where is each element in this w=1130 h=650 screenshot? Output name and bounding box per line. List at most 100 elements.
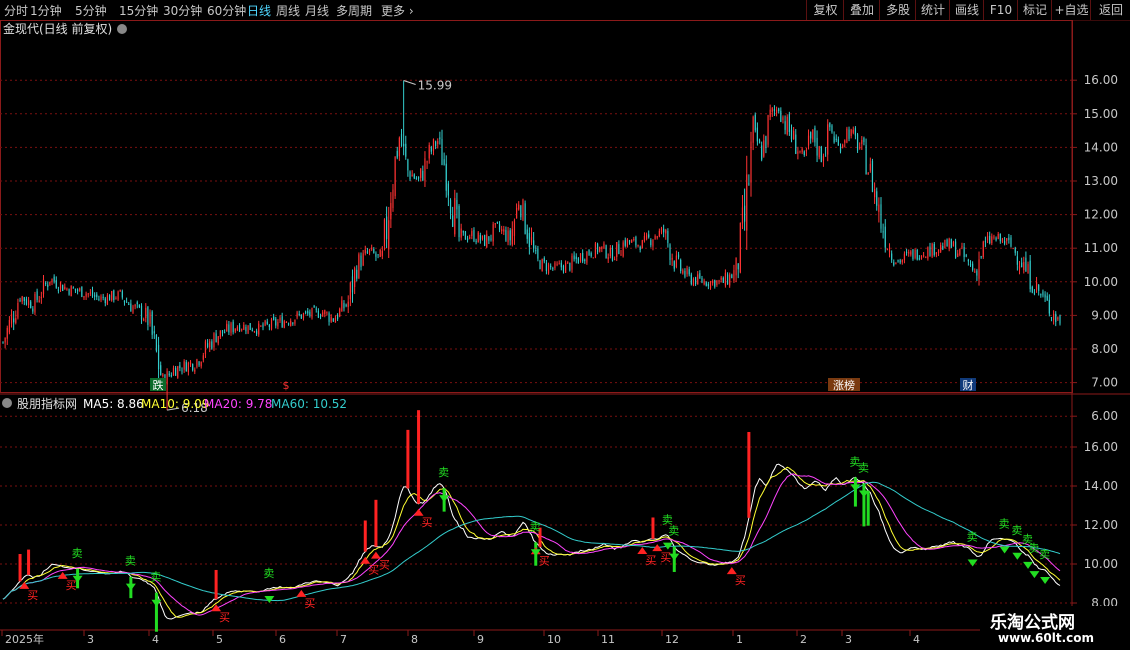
candle-body <box>238 325 241 332</box>
candle-body <box>550 265 552 267</box>
period-tab-0[interactable]: 分时 <box>4 2 28 19</box>
candle-body <box>888 249 891 253</box>
tool-button-0[interactable]: 复权 <box>806 0 844 20</box>
buy-signal-10: 买 <box>735 574 746 587</box>
candle-body <box>181 370 183 372</box>
candle-body <box>66 288 68 290</box>
main-y-tick-4: 12.00 <box>1084 208 1118 222</box>
sell-spike-2 <box>154 592 158 632</box>
candle-body <box>1033 292 1036 294</box>
candle-body <box>273 316 275 320</box>
candle-body <box>573 255 575 260</box>
period-tab-3[interactable]: 15分钟 <box>119 2 158 19</box>
period-tab-8[interactable]: 月线 <box>305 2 329 19</box>
candle-body <box>654 236 656 239</box>
candle-body <box>810 132 812 139</box>
buy-spike-6 <box>417 410 421 504</box>
candle-body <box>556 263 558 265</box>
candle-body <box>599 246 601 252</box>
candle-body <box>950 239 952 248</box>
tool-button-2[interactable]: 多股 <box>879 0 916 20</box>
candle-body <box>893 262 895 266</box>
candle-body <box>311 307 313 318</box>
candle-body <box>319 316 322 318</box>
candle-body <box>403 143 405 147</box>
candle-body <box>803 151 805 156</box>
candle-body <box>479 235 481 241</box>
candle-body <box>722 277 724 283</box>
tool-button-6[interactable]: 标记 <box>1017 0 1052 20</box>
tool-button-1[interactable]: 叠加 <box>843 0 880 20</box>
candle-body <box>305 311 307 313</box>
period-tab-9[interactable]: 多周期 <box>336 2 372 19</box>
date-label-9: 11 <box>601 633 615 646</box>
candle-body <box>972 263 974 271</box>
candle-body <box>882 231 884 233</box>
candle-body <box>827 124 829 155</box>
buy-signal-7: 买 <box>539 554 550 567</box>
candle-body <box>192 363 194 371</box>
candle-body <box>844 140 846 143</box>
date-label-8: 10 <box>547 633 561 646</box>
buy-arrow-10 <box>726 567 737 575</box>
candle-body <box>818 146 820 158</box>
period-tab-7[interactable]: 周线 <box>276 2 300 19</box>
candle-body <box>130 303 132 312</box>
candle-body <box>236 326 239 331</box>
candle-body <box>1053 314 1055 321</box>
marker-dollar: $ <box>283 379 290 392</box>
period-tab-6[interactable]: 日线 <box>247 2 271 19</box>
candle-body <box>541 258 543 271</box>
candle-body <box>786 116 788 135</box>
candle-body <box>385 216 388 239</box>
period-tab-10[interactable]: 更多 › <box>381 2 414 19</box>
candle-body <box>285 321 288 323</box>
buy-signal-9: 买 <box>660 551 671 564</box>
tool-button-3[interactable]: 统计 <box>915 0 950 20</box>
candle-body <box>147 306 149 325</box>
date-label-3: 5 <box>216 633 223 646</box>
period-tab-2[interactable]: 5分钟 <box>75 2 107 19</box>
candle-body <box>166 371 168 385</box>
tool-button-5[interactable]: F10 <box>983 0 1018 20</box>
main-y-tick-0: 16.00 <box>1084 73 1118 87</box>
candle-body <box>899 260 901 263</box>
period-tab-5[interactable]: 60分钟 <box>207 2 246 19</box>
tool-button-7[interactable]: +自选 <box>1051 0 1091 20</box>
candle-body <box>17 303 19 318</box>
candle-body <box>665 229 667 234</box>
candle-body <box>264 320 266 326</box>
candle-body <box>445 163 447 191</box>
candle-body <box>268 325 270 327</box>
candle-body <box>614 259 616 261</box>
main-y-tick-10: 6.00 <box>1091 409 1118 423</box>
candle-body <box>243 324 245 330</box>
candle-body <box>618 244 620 254</box>
ind-y-tick-0: 16.00 <box>1084 440 1118 454</box>
tool-button-4[interactable]: 画线 <box>949 0 984 20</box>
candle-body <box>1023 261 1025 270</box>
candle-body <box>1016 256 1018 265</box>
candle-body <box>903 253 906 261</box>
period-tab-1[interactable]: 1分钟 <box>30 2 62 19</box>
candle-body <box>275 318 277 326</box>
candle-body <box>64 286 66 290</box>
tool-button-8[interactable]: 返回 <box>1090 0 1130 20</box>
candle-body <box>464 231 467 240</box>
candle-body <box>505 230 507 241</box>
candle-body <box>475 240 477 243</box>
candle-body <box>198 361 200 366</box>
candle-body <box>57 289 60 291</box>
period-tab-4[interactable]: 30分钟 <box>163 2 202 19</box>
candle-body <box>358 254 360 279</box>
candle-body <box>694 277 697 285</box>
candle-body <box>609 247 611 257</box>
candle-body <box>705 282 707 286</box>
candle-body <box>19 299 21 302</box>
candle-body <box>969 264 972 266</box>
sell-arrow-1 <box>125 583 136 591</box>
candle-body <box>447 183 449 196</box>
date-label-12: 2 <box>800 633 807 646</box>
candle-body <box>83 296 85 298</box>
candle-body <box>684 270 686 277</box>
